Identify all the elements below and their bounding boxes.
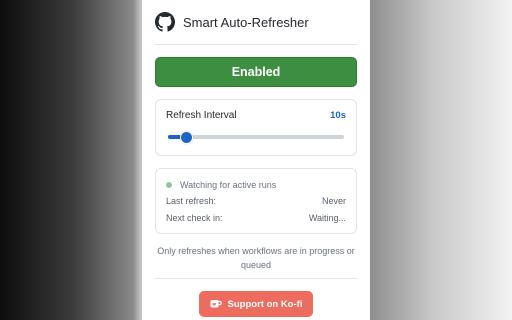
extension-popup: Smart Auto-Refresher Enabled Refresh Int… xyxy=(142,0,370,320)
refresh-interval-value: 10s xyxy=(330,110,346,121)
refresh-interval-card: Refresh Interval 10s xyxy=(155,99,357,156)
popup-header: Smart Auto-Refresher xyxy=(155,0,357,45)
background-right xyxy=(370,0,512,320)
support-wrap: Support on Ko-fi xyxy=(155,291,357,317)
status-text: Watching for active runs xyxy=(180,180,277,190)
last-refresh-label: Last refresh: xyxy=(166,195,217,206)
github-icon xyxy=(155,12,175,32)
status-dot xyxy=(166,182,172,188)
last-refresh-row: Last refresh: Never xyxy=(166,192,346,209)
slider-thumb[interactable] xyxy=(180,131,194,144)
last-refresh-value: Never xyxy=(321,195,346,206)
coffee-cup-icon xyxy=(210,299,222,309)
next-check-row: Next check in: Waiting... xyxy=(166,209,346,226)
next-check-label: Next check in: xyxy=(166,212,223,223)
slider-track[interactable] xyxy=(168,135,344,139)
status-card: Watching for active runs Last refresh: N… xyxy=(155,168,357,234)
support-kofi-button[interactable]: Support on Ko-fi xyxy=(199,291,313,317)
interval-row: Refresh Interval 10s xyxy=(166,110,346,121)
refresh-interval-label: Refresh Interval xyxy=(166,110,237,121)
enabled-toggle-button[interactable]: Enabled xyxy=(155,57,357,87)
status-line: Watching for active runs xyxy=(166,178,346,192)
app-title: Smart Auto-Refresher xyxy=(183,14,309,30)
next-check-value: Waiting... xyxy=(308,212,346,223)
info-note: Only refreshes when workflows are in pro… xyxy=(155,244,357,279)
support-label: Support on Ko-fi xyxy=(227,298,303,310)
refresh-interval-slider[interactable] xyxy=(168,131,344,144)
